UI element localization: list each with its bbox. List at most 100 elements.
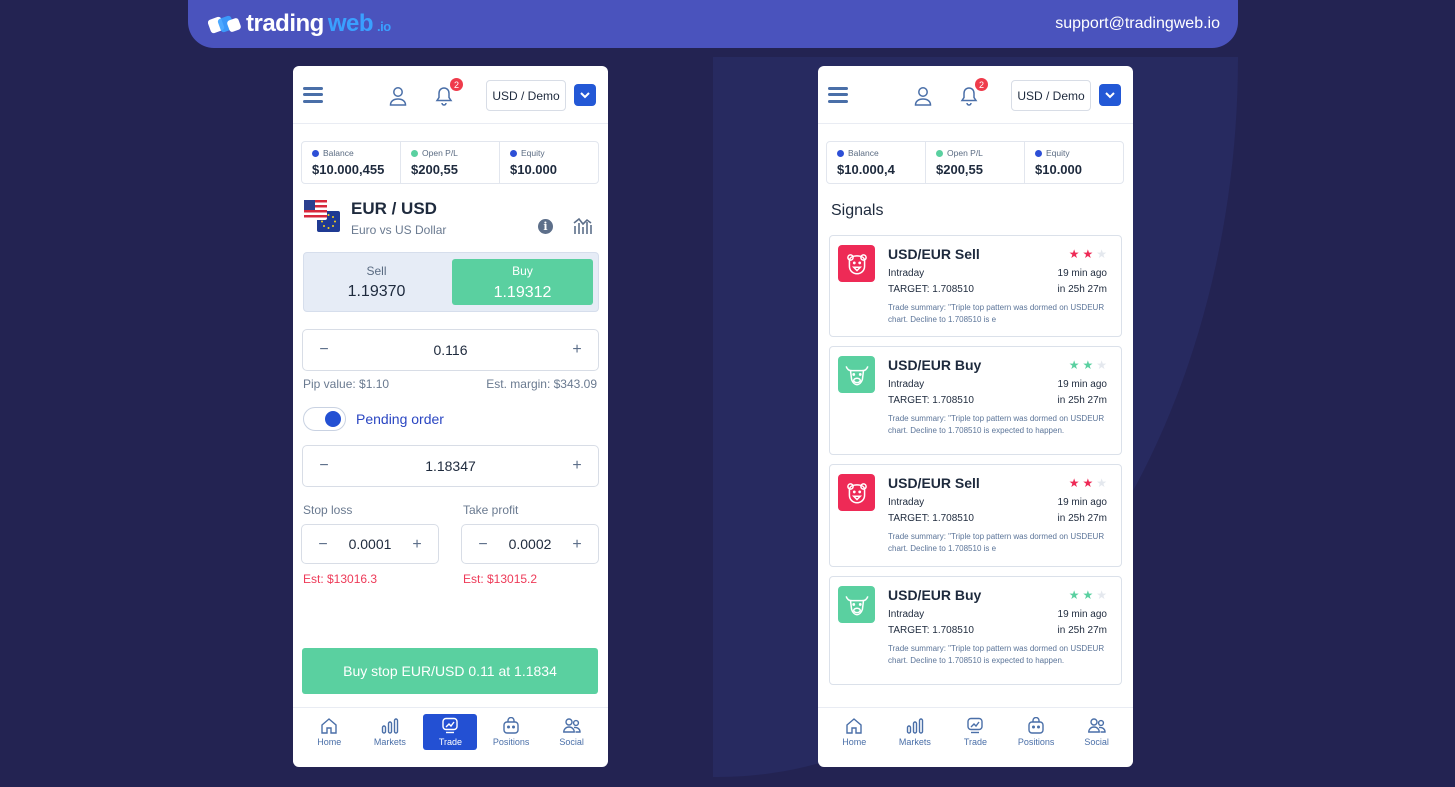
nav-home[interactable]: Home [827,714,881,750]
nav-markets[interactable]: Markets [888,714,942,750]
eur-usd-flag-icon [304,200,340,232]
nav-label: Home [842,737,867,747]
logo-text-web: web [327,10,374,37]
nav-trade[interactable]: Trade [423,714,478,750]
signal-title: USD/EUR Buy [888,587,982,603]
amount-value[interactable]: 0.116 [434,342,468,358]
stat-label: Open P/L [947,148,983,158]
open-pl-dot-icon [936,149,943,157]
stop-loss-increase-button[interactable]: + [410,536,424,554]
pending-order-label: Pending order [356,411,444,427]
hamburger-menu-icon[interactable] [303,86,323,103]
nav-label: Home [317,737,342,747]
nav-positions[interactable]: Positions [1009,714,1063,750]
chevron-down-icon [580,91,590,98]
star-icon: ★ [1096,247,1107,261]
signal-rating: ★ ★ ★ [1069,358,1107,372]
nav-markets[interactable]: Markets [363,714,417,750]
account-stats: Balance $10.000,455 Open P/L $200,55 Equ… [301,141,599,184]
stat-value: $200,55 [936,162,983,177]
signal-title: USD/EUR Buy [888,357,982,373]
trade-screen: 2 USD / Demo Balance $10.000,455 Open P/… [293,66,608,767]
social-icon [562,718,581,733]
bear-icon [838,474,875,511]
star-icon: ★ [1096,476,1107,490]
sell-price: 1.19370 [347,283,406,300]
account-select[interactable]: USD / Demo [486,80,566,111]
star-icon: ★ [1068,588,1080,602]
pending-order-toggle[interactable] [303,407,346,431]
user-icon[interactable] [914,86,932,106]
nav-social[interactable]: Social [545,714,599,750]
star-icon: ★ [1082,358,1094,372]
take-profit-increase-button[interactable]: + [570,536,584,554]
stat-open-pl: Open P/L $200,55 [926,142,1025,183]
hamburger-menu-icon[interactable] [828,86,848,103]
stat-open-pl: Open P/L $200,55 [401,142,500,183]
signal-title: USD/EUR Sell [888,246,980,262]
bull-icon [838,356,875,393]
markets-icon [906,718,924,734]
account-dropdown-button[interactable] [574,84,596,106]
user-icon[interactable] [389,86,407,106]
signal-timeframe: Intraday [888,268,925,279]
pending-order-row: Pending order [303,407,608,431]
equity-dot-icon [1035,149,1042,157]
take-profit-decrease-button[interactable]: − [476,536,490,554]
top-bar: trading web .io support@tradingweb.io [188,0,1238,48]
signal-target: TARGET: 1.708510 [888,284,974,295]
submit-order-button[interactable]: Buy stop EUR/USD 0.11 at 1.1834 [302,648,598,694]
pending-price-value[interactable]: 1.18347 [425,458,476,474]
bell-icon[interactable] [435,86,453,106]
nav-positions[interactable]: Positions [484,714,538,750]
chart-icon[interactable] [573,217,592,235]
price-decrease-button[interactable]: − [317,457,331,475]
sell-button[interactable]: Sell 1.19370 [304,253,449,311]
signal-expiry: in 25h 27m [1057,513,1107,524]
stop-loss-label: Stop loss [303,503,353,517]
signal-title: USD/EUR Sell [888,475,980,491]
amount-increase-button[interactable]: + [570,341,584,359]
amount-decrease-button[interactable]: − [317,341,331,359]
signal-card[interactable]: USD/EUR Buy ★ ★ ★ Intraday 19 min ago TARG… [829,576,1122,685]
signals-heading: Signals [831,202,884,219]
support-email-link[interactable]: support@tradingweb.io [1055,15,1220,33]
stat-equity: Equity $10.000 [1025,142,1123,183]
info-icon[interactable]: i [538,219,553,234]
stop-loss-group: Stop loss − 0.0001 + Est: $13016.3 [301,503,439,586]
stat-balance: Balance $10.000,455 [302,142,401,183]
instrument-subtitle: Euro vs US Dollar [351,223,447,237]
stop-loss-decrease-button[interactable]: − [316,536,330,554]
stop-loss-estimate: Est: $13016.3 [303,572,378,586]
instrument-title: EUR / USD [351,199,437,218]
signal-age: 19 min ago [1057,268,1107,279]
nav-home[interactable]: Home [302,714,356,750]
price-increase-button[interactable]: + [570,457,584,475]
take-profit-label: Take profit [463,503,519,517]
toggle-knob [325,411,341,427]
markets-icon [381,718,399,734]
account-dropdown-button[interactable] [1099,84,1121,106]
account-select[interactable]: USD / Demo [1011,80,1091,111]
stat-value: $10.000 [1035,162,1082,177]
nav-label: Trade [438,737,463,747]
signal-summary: Trade summary: "Triple top pattern was d… [888,644,1105,665]
signal-card[interactable]: USD/EUR Sell ★ ★ ★ Intraday 19 min ago TAR… [829,235,1122,337]
signal-card[interactable]: USD/EUR Buy ★ ★ ★ Intraday 19 min ago TARG… [829,346,1122,455]
stat-label: Open P/L [422,148,458,158]
signal-card[interactable]: USD/EUR Sell ★ ★ ★ Intraday 19 min ago TAR… [829,464,1122,567]
nav-social[interactable]: Social [1070,714,1124,750]
take-profit-value[interactable]: 0.0002 [509,536,552,552]
stop-loss-value[interactable]: 0.0001 [349,536,392,552]
signal-target: TARGET: 1.708510 [888,395,974,406]
bell-icon[interactable] [960,86,978,106]
take-profit-group: Take profit − 0.0002 + Est: $13015.2 [461,503,599,586]
signal-age: 19 min ago [1057,609,1107,620]
buy-label: Buy [512,264,533,278]
buy-button[interactable]: Buy 1.19312 [452,259,593,305]
logo[interactable]: trading web .io [208,10,391,38]
positions-icon [503,717,519,734]
nav-trade[interactable]: Trade [948,714,1002,750]
sell-label: Sell [366,264,387,278]
star-icon: ★ [1068,247,1080,261]
